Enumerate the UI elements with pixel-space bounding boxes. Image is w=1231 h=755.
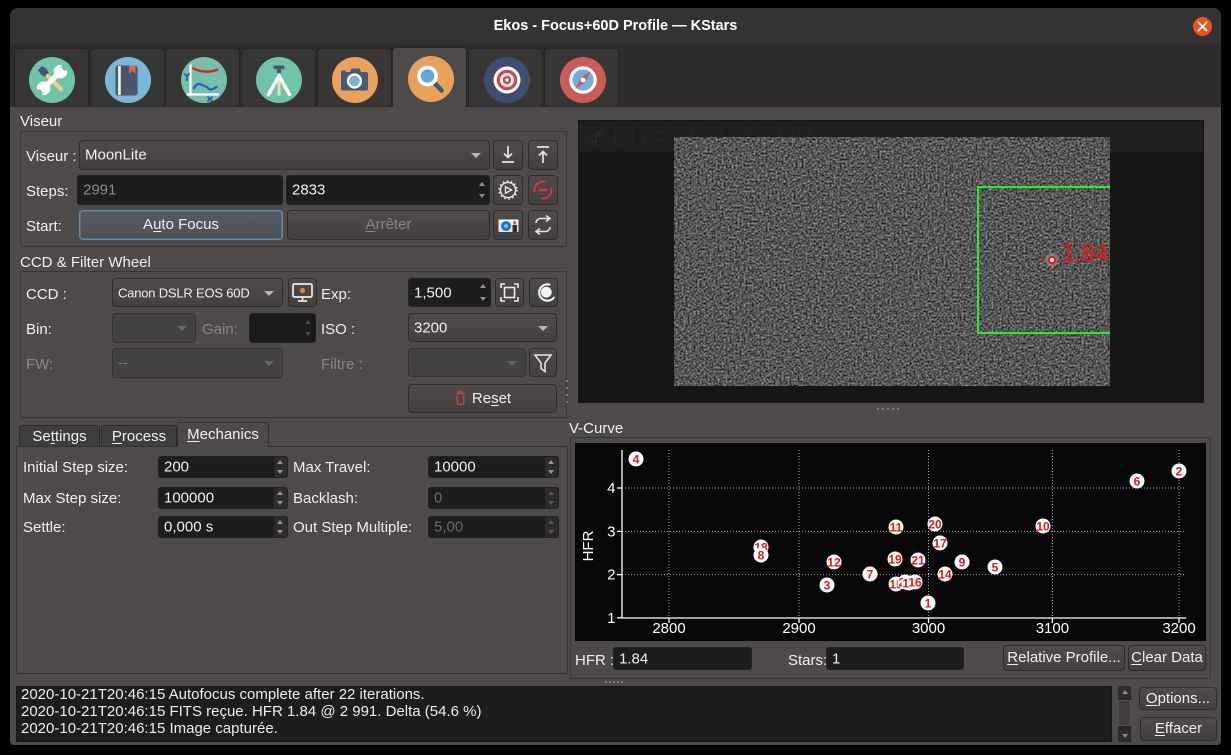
svg-text:3: 3 — [607, 523, 615, 540]
svg-text:1: 1 — [607, 610, 615, 627]
svg-text:3: 3 — [824, 579, 831, 593]
svg-text:20: 20 — [928, 518, 942, 532]
svg-text:16: 16 — [908, 576, 922, 590]
svg-text:4: 4 — [633, 453, 640, 467]
svg-text:6: 6 — [1134, 475, 1141, 489]
svg-text:5: 5 — [992, 561, 999, 575]
svg-text:8: 8 — [758, 549, 765, 563]
svg-text:19: 19 — [888, 553, 902, 567]
svg-text:2800: 2800 — [652, 620, 685, 637]
svg-text:12: 12 — [827, 556, 841, 570]
svg-text:21: 21 — [911, 554, 925, 568]
svg-text:2900: 2900 — [782, 620, 815, 637]
svg-text:3100: 3100 — [1036, 620, 1069, 637]
svg-text:9: 9 — [959, 556, 966, 570]
svg-text:7: 7 — [867, 568, 874, 582]
svg-text:2: 2 — [607, 567, 615, 584]
svg-text:14: 14 — [938, 568, 952, 582]
svg-text:2: 2 — [1176, 465, 1183, 479]
svg-text:1.84: 1.84 — [1061, 240, 1108, 268]
svg-text:10: 10 — [1036, 520, 1050, 534]
svg-text:3200: 3200 — [1162, 620, 1195, 637]
svg-text:HFR: HFR — [580, 530, 597, 561]
svg-text:4: 4 — [607, 480, 615, 497]
svg-text:11: 11 — [890, 521, 903, 535]
svg-text:1: 1 — [925, 597, 932, 611]
svg-text:17: 17 — [933, 537, 947, 551]
svg-text:3000: 3000 — [912, 620, 945, 637]
